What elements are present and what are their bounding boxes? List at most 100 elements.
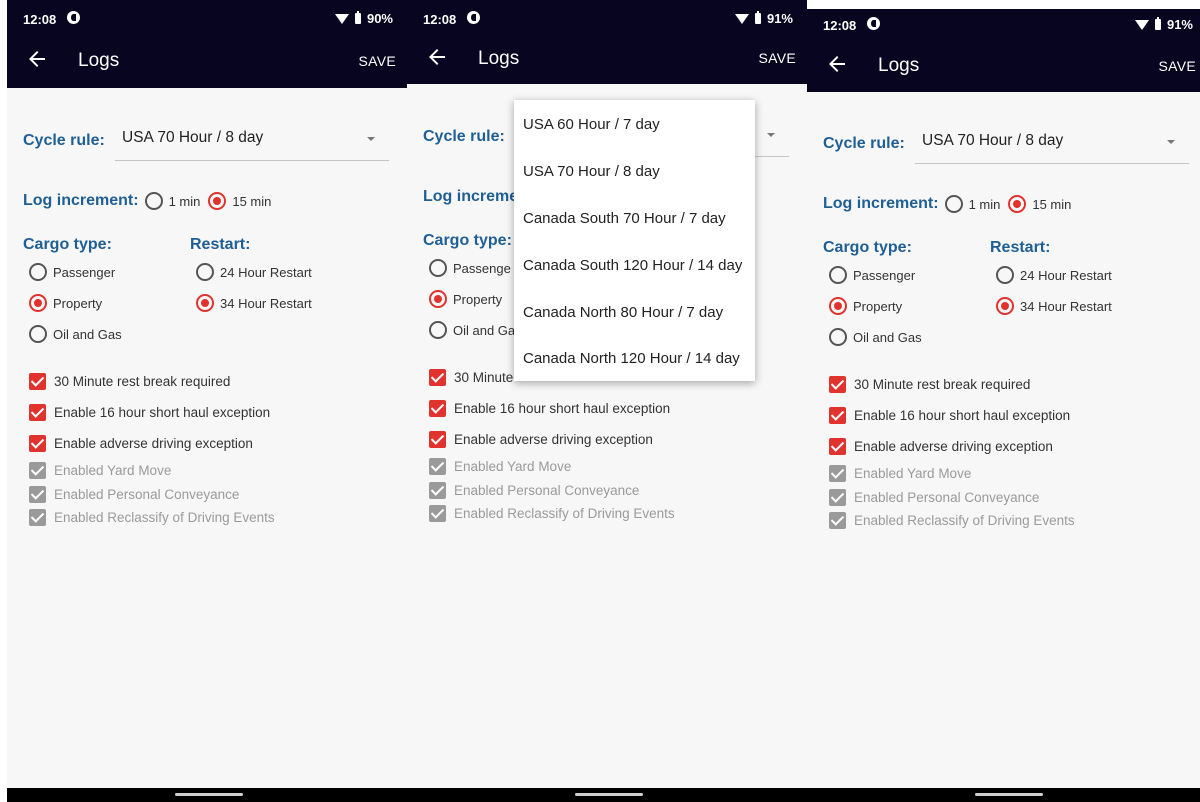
cargo-passenger-label: Passenger — [53, 264, 116, 280]
menu-item-canada-north-80[interactable]: Canada North 80 Hour / 7 day — [523, 304, 723, 321]
menu-item-canada-south-120[interactable]: Canada South 120 Hour / 14 day — [523, 257, 742, 274]
cycle-rule-dropdown[interactable]: USA 70 Hour / 8 day — [915, 119, 1189, 164]
restart-24h-option[interactable]: 24 Hour Restart — [196, 263, 320, 281]
log-increment-label: Log increme — [423, 188, 519, 205]
increment-1min-radio[interactable] — [944, 195, 963, 213]
check-rest-break[interactable]: 30 Minute — [429, 369, 513, 386]
caret-down-icon — [1167, 140, 1175, 144]
check-label: 30 Minute rest break required — [54, 374, 231, 389]
cargo-oil-gas-label: Oil and Gas — [853, 329, 922, 345]
check-personal-conveyance: Enabled Personal Conveyance — [829, 489, 1039, 506]
cargo-passenger-option[interactable]: Passenge — [429, 259, 519, 277]
cargo-passenger-radio[interactable] — [429, 259, 447, 277]
cargo-property-radio[interactable] — [829, 297, 847, 315]
cargo-property-radio[interactable] — [429, 290, 447, 308]
cargo-property-label: Property — [453, 291, 503, 307]
restart-34h-option[interactable]: 34 Hour Restart — [196, 294, 320, 312]
checkbox[interactable] — [29, 404, 46, 421]
home-handle[interactable] — [975, 793, 1043, 796]
cycle-rule-dropdown[interactable]: USA 70 Hour / 8 day — [115, 116, 389, 161]
restart-24h-label: 24 Hour Restart — [220, 264, 312, 280]
checkbox[interactable] — [29, 373, 46, 390]
cargo-passenger-option[interactable]: Passenger — [29, 263, 123, 281]
increment-15min-label: 15 min — [1032, 196, 1072, 212]
checkbox[interactable] — [29, 435, 46, 452]
check-adverse-driving[interactable]: Enable adverse driving exception — [829, 438, 1053, 455]
checkbox[interactable] — [829, 407, 846, 424]
cargo-oil-gas-radio[interactable] — [829, 328, 847, 346]
checkbox-disabled — [29, 486, 46, 503]
back-arrow-icon[interactable] — [825, 52, 849, 76]
log-increment-label: Log increment: — [23, 192, 139, 209]
check-rest-break[interactable]: 30 Minute rest break required — [29, 373, 230, 390]
restart-24h-radio[interactable] — [196, 263, 214, 281]
save-button[interactable]: SAVE — [358, 53, 396, 69]
cargo-passenger-option[interactable]: Passenger — [829, 266, 923, 284]
increment-15min-radio[interactable] — [1008, 195, 1027, 213]
cargo-type-label: Cargo type: — [823, 239, 912, 256]
log-increment-row: Log increme — [423, 188, 524, 206]
cargo-property-option[interactable]: Property — [29, 294, 110, 312]
restart-24h-radio[interactable] — [996, 266, 1014, 284]
increment-1min-radio[interactable] — [144, 192, 163, 210]
menu-item-canada-south-70[interactable]: Canada South 70 Hour / 7 day — [523, 210, 726, 227]
restart-34h-radio[interactable] — [996, 297, 1014, 315]
restart-34h-radio[interactable] — [196, 294, 214, 312]
menu-item-usa-70[interactable]: USA 70 Hour / 8 day — [523, 163, 660, 180]
cargo-property-option[interactable]: Property — [829, 297, 910, 315]
check-rest-break[interactable]: 30 Minute rest break required — [829, 376, 1030, 393]
check-adverse-driving[interactable]: Enable adverse driving exception — [429, 431, 653, 448]
log-increment-label: Log increment: — [823, 195, 939, 212]
checkbox[interactable] — [429, 369, 446, 386]
nav-bar — [407, 788, 807, 802]
cargo-oil-gas-label: Oil and Gas — [53, 326, 122, 342]
cargo-passenger-radio[interactable] — [829, 266, 847, 284]
cargo-oil-gas-option[interactable]: Oil and Gas — [829, 328, 930, 346]
phone-screen-3: 12:08 91% Logs SAVE Cycle rule: USA 70 H… — [807, 9, 1200, 802]
check-label: Enable 16 hour short haul exception — [54, 405, 271, 420]
battery-percent: 91% — [766, 11, 793, 26]
cargo-oil-gas-radio[interactable] — [429, 321, 447, 339]
wifi-icon — [734, 13, 749, 24]
status-bar: 12:08 91% — [407, 0, 807, 34]
google-icon — [67, 11, 80, 24]
status-time: 12:08 — [423, 12, 457, 27]
restart-34h-option[interactable]: 34 Hour Restart — [996, 297, 1120, 315]
check-short-haul[interactable]: Enable 16 hour short haul exception — [429, 400, 670, 417]
checkbox-disabled — [429, 482, 446, 499]
increment-15min-radio[interactable] — [208, 192, 227, 210]
checkbox[interactable] — [829, 438, 846, 455]
restart-24h-option[interactable]: 24 Hour Restart — [996, 266, 1120, 284]
checkbox[interactable] — [829, 376, 846, 393]
home-handle[interactable] — [175, 793, 243, 796]
checkbox-disabled — [829, 489, 846, 506]
checkbox-disabled — [829, 465, 846, 482]
menu-item-usa-60[interactable]: USA 60 Hour / 7 day — [523, 116, 660, 133]
save-button[interactable]: SAVE — [758, 50, 796, 66]
home-handle[interactable] — [575, 793, 643, 796]
check-label: Enabled Yard Move — [454, 459, 572, 474]
check-short-haul[interactable]: Enable 16 hour short haul exception — [829, 407, 1070, 424]
app-bar: Logs SAVE — [807, 39, 1200, 92]
cargo-property-radio[interactable] — [29, 294, 47, 312]
check-label: Enabled Personal Conveyance — [54, 487, 240, 502]
save-button[interactable]: SAVE — [1158, 58, 1196, 74]
cargo-passenger-radio[interactable] — [29, 263, 47, 281]
menu-item-canada-north-120[interactable]: Canada North 120 Hour / 14 day — [523, 350, 740, 367]
checkbox[interactable] — [429, 400, 446, 417]
page-title: Logs — [878, 55, 920, 76]
back-arrow-icon[interactable] — [25, 47, 49, 71]
cargo-oil-gas-option[interactable]: Oil and Ga — [429, 321, 523, 339]
cargo-property-option[interactable]: Property — [429, 290, 510, 308]
status-bar: 12:08 90% — [7, 0, 407, 34]
google-icon — [867, 17, 880, 30]
back-arrow-icon[interactable] — [425, 45, 449, 69]
check-adverse-driving[interactable]: Enable adverse driving exception — [29, 435, 253, 452]
check-short-haul[interactable]: Enable 16 hour short haul exception — [29, 404, 270, 421]
wifi-icon — [334, 13, 349, 24]
cargo-oil-gas-radio[interactable] — [29, 325, 47, 343]
cycle-rule-value: USA 70 Hour / 8 day — [122, 129, 264, 146]
increment-1min-label: 1 min — [168, 193, 201, 209]
cargo-oil-gas-option[interactable]: Oil and Gas — [29, 325, 130, 343]
checkbox[interactable] — [429, 431, 446, 448]
